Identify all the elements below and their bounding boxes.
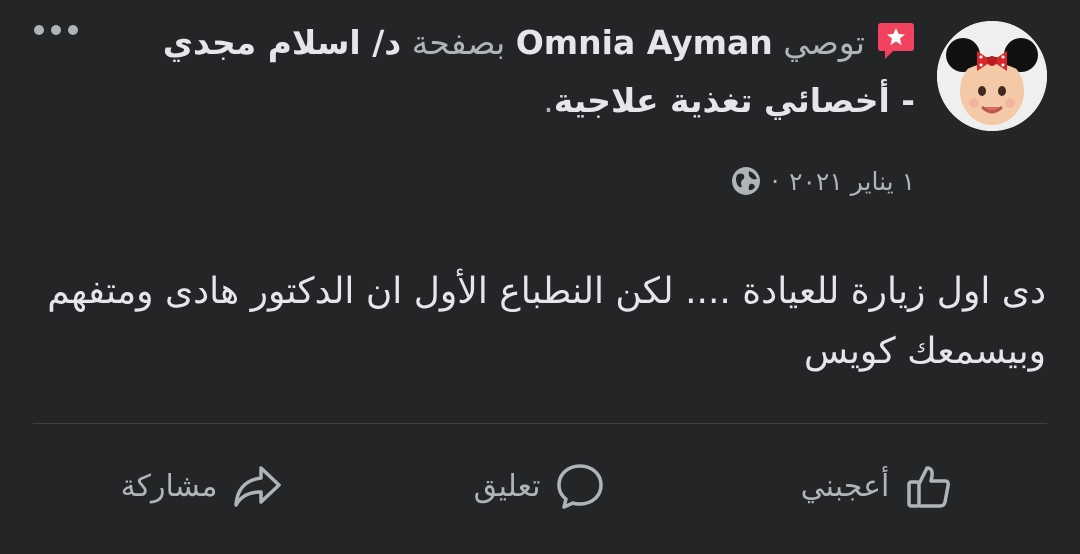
post-body: دى اول زيارة للعيادة .... لكن النطباع ال…	[47, 271, 1046, 372]
thumbs-up-icon	[907, 466, 951, 508]
connector-text: بصفحة	[411, 23, 506, 62]
post-meta: ١ يناير ٢٠٢١ ·	[731, 166, 915, 196]
avatar[interactable]	[937, 21, 1047, 131]
comment-label: تعليق	[473, 468, 541, 504]
share-label: مشاركة	[120, 468, 218, 504]
post-card: توصي Omnia Ayman بصفحة د/ اسلام مجدي - أ…	[0, 0, 1080, 554]
verb-text: توصي	[783, 23, 865, 62]
more-icon	[34, 25, 78, 35]
post-headline: توصي Omnia Ayman بصفحة د/ اسلام مجدي - أ…	[155, 14, 915, 130]
share-icon	[234, 466, 282, 507]
baby-photo	[937, 21, 1047, 131]
like-label: أعجبني	[800, 468, 890, 504]
more-options-button[interactable]	[28, 16, 84, 44]
share-button[interactable]: مشاركة	[33, 446, 371, 526]
recommender-name[interactable]: Omnia Ayman	[516, 23, 773, 62]
like-button[interactable]: أعجبني	[709, 446, 1047, 526]
action-bar: أعجبني تعليق مشاركة	[33, 446, 1047, 526]
divider	[33, 423, 1047, 424]
comment-icon	[557, 464, 604, 509]
post-date[interactable]: ١ يناير ٢٠٢١	[789, 167, 915, 196]
comment-button[interactable]: تعليق	[371, 446, 709, 526]
end-punct: .	[543, 81, 554, 120]
recommend-icon	[877, 21, 915, 61]
globe-icon[interactable]	[731, 166, 761, 196]
meta-separator: ·	[771, 166, 780, 196]
